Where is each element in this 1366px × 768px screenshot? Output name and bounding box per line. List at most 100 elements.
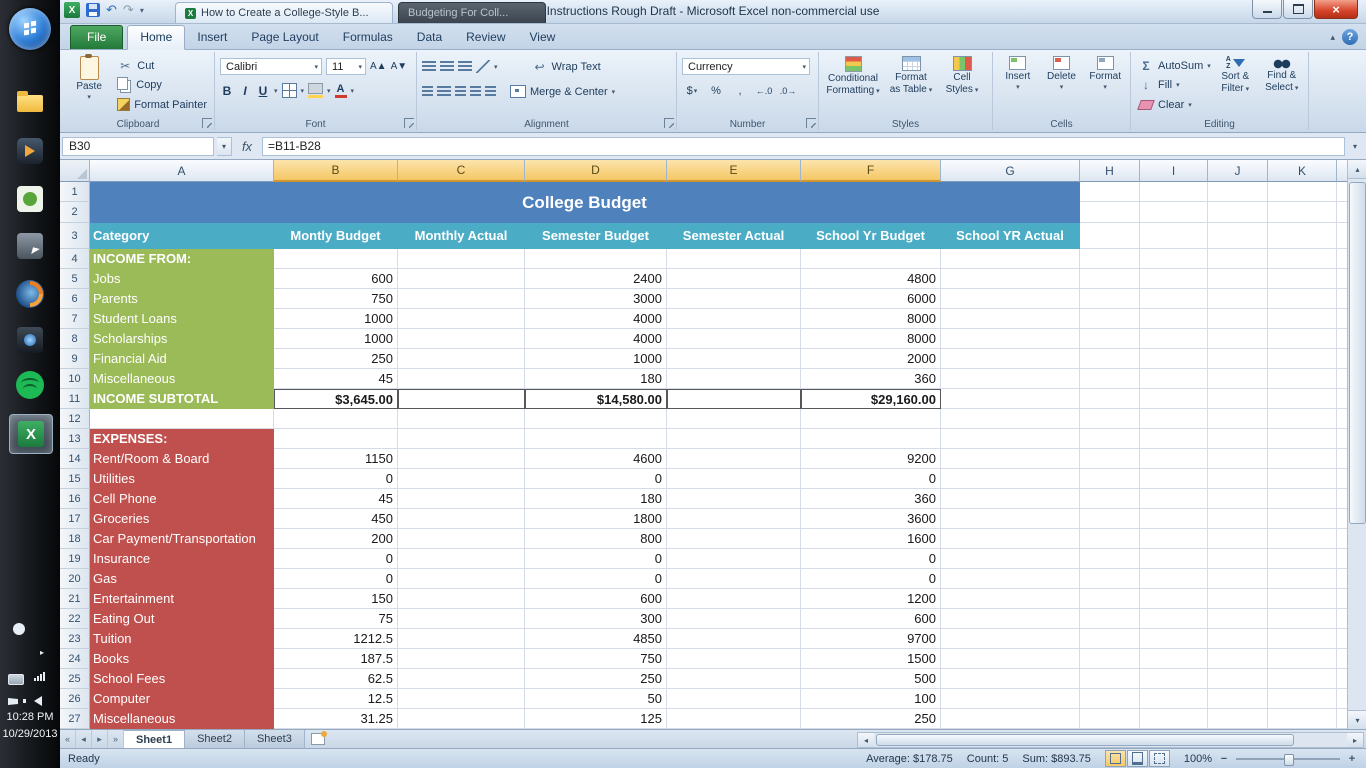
align-middle-button[interactable] xyxy=(440,61,454,72)
cell-H23[interactable] xyxy=(1080,629,1140,649)
cell-I27[interactable] xyxy=(1140,709,1208,729)
cell-E22[interactable] xyxy=(667,609,801,629)
cell-I10[interactable] xyxy=(1140,369,1208,389)
cell-G21[interactable] xyxy=(941,589,1080,609)
flag-tray-icon[interactable] xyxy=(8,698,18,705)
next-sheet-button[interactable]: ▸ xyxy=(92,730,108,748)
row-header-14[interactable]: 14 xyxy=(60,449,90,469)
cell-J8[interactable] xyxy=(1208,329,1268,349)
zoom-slider[interactable] xyxy=(1236,753,1340,765)
cell-A8[interactable]: Scholarships xyxy=(90,329,274,349)
cell-E12[interactable] xyxy=(667,409,801,429)
cell-K16[interactable] xyxy=(1268,489,1337,509)
cell-F13[interactable] xyxy=(801,429,941,449)
cell-J24[interactable] xyxy=(1208,649,1268,669)
cell-G13[interactable] xyxy=(941,429,1080,449)
cell-H16[interactable] xyxy=(1080,489,1140,509)
row-header-15[interactable]: 15 xyxy=(60,469,90,489)
cell-A19[interactable]: Insurance xyxy=(90,549,274,569)
cell-D19[interactable]: 0 xyxy=(525,549,667,569)
cell-E8[interactable] xyxy=(667,329,801,349)
cell-H4[interactable] xyxy=(1080,249,1140,269)
clock-date[interactable]: 10/29/2013 xyxy=(0,728,60,740)
fill-color-button[interactable] xyxy=(308,83,323,94)
file-explorer-taskbar-button[interactable] xyxy=(9,84,51,122)
cell-E5[interactable] xyxy=(667,269,801,289)
row-header-17[interactable]: 17 xyxy=(60,509,90,529)
cell-H13[interactable] xyxy=(1080,429,1140,449)
cell-I9[interactable] xyxy=(1140,349,1208,369)
cell-A20[interactable]: Gas xyxy=(90,569,274,589)
cell-G3[interactable]: School YR Actual xyxy=(941,223,1080,249)
row-header-26[interactable]: 26 xyxy=(60,689,90,709)
cell-F22[interactable]: 600 xyxy=(801,609,941,629)
cell-B22[interactable]: 75 xyxy=(274,609,398,629)
cell-F11[interactable]: $29,160.00 xyxy=(801,389,941,409)
cell-I4[interactable] xyxy=(1140,249,1208,269)
cell-I20[interactable] xyxy=(1140,569,1208,589)
cell-A18[interactable]: Car Payment/Transportation xyxy=(90,529,274,549)
cell-A12[interactable] xyxy=(90,409,274,429)
cell-F6[interactable]: 6000 xyxy=(801,289,941,309)
cell-J26[interactable] xyxy=(1208,689,1268,709)
cell-J25[interactable] xyxy=(1208,669,1268,689)
cell-K12[interactable] xyxy=(1268,409,1337,429)
autosum-button[interactable]: Σ AutoSum▾ xyxy=(1136,57,1210,74)
cell-K22[interactable] xyxy=(1268,609,1337,629)
cell-J18[interactable] xyxy=(1208,529,1268,549)
cell-G15[interactable] xyxy=(941,469,1080,489)
volume-tray-icon[interactable] xyxy=(34,696,42,706)
font-family-combo[interactable]: Calibri▾ xyxy=(220,58,322,75)
percent-style-button[interactable]: % xyxy=(706,83,726,99)
cell-I17[interactable] xyxy=(1140,509,1208,529)
pinned-app-green-button[interactable] xyxy=(9,180,51,218)
shrink-font-icon[interactable]: A▼ xyxy=(391,61,408,72)
cell-F14[interactable]: 9200 xyxy=(801,449,941,469)
cell-C27[interactable] xyxy=(398,709,525,729)
cell-D7[interactable]: 4000 xyxy=(525,309,667,329)
cell-B20[interactable]: 0 xyxy=(274,569,398,589)
cell-I25[interactable] xyxy=(1140,669,1208,689)
row-header-3[interactable]: 3 xyxy=(60,223,90,249)
row-header-13[interactable]: 13 xyxy=(60,429,90,449)
cell-D8[interactable]: 4000 xyxy=(525,329,667,349)
cell-F10[interactable]: 360 xyxy=(801,369,941,389)
help-icon[interactable]: ? xyxy=(1342,29,1358,45)
cell-A10[interactable]: Miscellaneous xyxy=(90,369,274,389)
cell-B23[interactable]: 1212.5 xyxy=(274,629,398,649)
cell-J1[interactable] xyxy=(1208,182,1268,202)
cell-K27[interactable] xyxy=(1268,709,1337,729)
cell-K6[interactable] xyxy=(1268,289,1337,309)
row-header-2[interactable]: 2 xyxy=(60,202,90,223)
number-dialog-launcher[interactable] xyxy=(806,118,816,128)
cell-K24[interactable] xyxy=(1268,649,1337,669)
italic-button[interactable]: I xyxy=(238,84,252,98)
cell-D14[interactable]: 4600 xyxy=(525,449,667,469)
scroll-up-button[interactable]: ▴ xyxy=(1348,160,1366,179)
cell-E6[interactable] xyxy=(667,289,801,309)
cell-J9[interactable] xyxy=(1208,349,1268,369)
cell-J23[interactable] xyxy=(1208,629,1268,649)
column-header-C[interactable]: C xyxy=(398,160,525,182)
name-box[interactable]: B30 xyxy=(62,137,214,156)
cell-F26[interactable]: 100 xyxy=(801,689,941,709)
cell-E20[interactable] xyxy=(667,569,801,589)
comma-style-button[interactable]: , xyxy=(730,83,750,99)
cell-G22[interactable] xyxy=(941,609,1080,629)
cell-D21[interactable]: 600 xyxy=(525,589,667,609)
cell-J10[interactable] xyxy=(1208,369,1268,389)
cell-B16[interactable]: 45 xyxy=(274,489,398,509)
cell-D24[interactable]: 750 xyxy=(525,649,667,669)
cell-I24[interactable] xyxy=(1140,649,1208,669)
cell-F15[interactable]: 0 xyxy=(801,469,941,489)
cell-D18[interactable]: 800 xyxy=(525,529,667,549)
cell-J27[interactable] xyxy=(1208,709,1268,729)
minimize-button[interactable] xyxy=(1252,0,1282,19)
cell-E10[interactable] xyxy=(667,369,801,389)
cell-H1[interactable] xyxy=(1080,182,1140,202)
cell-E4[interactable] xyxy=(667,249,801,269)
sheet-tab-sheet3[interactable]: Sheet3 xyxy=(245,730,305,748)
cell-B19[interactable]: 0 xyxy=(274,549,398,569)
cell-C25[interactable] xyxy=(398,669,525,689)
row-header-12[interactable]: 12 xyxy=(60,409,90,429)
